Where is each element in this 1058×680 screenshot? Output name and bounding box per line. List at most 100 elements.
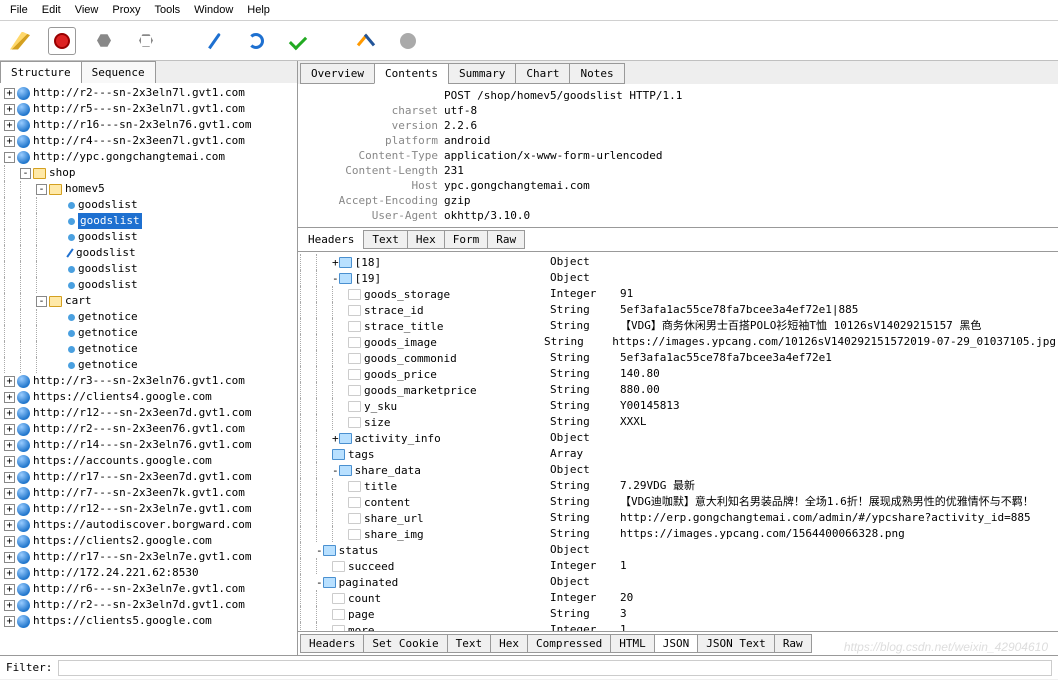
tree-item[interactable]: +https://accounts.google.com — [2, 453, 295, 469]
settings-button[interactable] — [394, 27, 422, 55]
tree-item[interactable]: +https://clients2.google.com — [2, 533, 295, 549]
record-button[interactable] — [48, 27, 76, 55]
tools-button[interactable] — [352, 27, 380, 55]
menu-window[interactable]: Window — [188, 2, 239, 18]
json-row[interactable]: succeedInteger1 — [300, 558, 1056, 574]
btab-raw[interactable]: Raw — [774, 634, 812, 653]
menu-edit[interactable]: Edit — [36, 2, 67, 18]
json-row[interactable]: goods_commonidString5ef3afa1ac55ce78fa7b… — [300, 350, 1056, 366]
tree-item[interactable]: goodslist — [2, 229, 295, 245]
json-row[interactable]: - paginatedObject — [300, 574, 1056, 590]
json-row[interactable]: y_skuStringY00145813 — [300, 398, 1056, 414]
btab-jsontext[interactable]: JSON Text — [697, 634, 775, 653]
json-row[interactable]: sizeStringXXXL — [300, 414, 1056, 430]
tree-item[interactable]: -cart — [2, 293, 295, 309]
json-row[interactable]: goods_priceString140.80 — [300, 366, 1056, 382]
tree-item[interactable]: goodslist — [2, 213, 295, 229]
json-row[interactable]: strace_titleString【VDG】商务休闲男士百搭POLO衫短袖T恤… — [300, 318, 1056, 334]
tree-item[interactable]: +http://r12---sn-2x3een7d.gvt1.com — [2, 405, 295, 421]
refresh-button[interactable] — [242, 27, 270, 55]
tree-item[interactable]: getnotice — [2, 325, 295, 341]
tree-item[interactable]: -shop — [2, 165, 295, 181]
tree-item[interactable]: goodslist — [2, 197, 295, 213]
menu-view[interactable]: View — [69, 2, 105, 18]
tree-item[interactable]: +http://r4---sn-2x3een7l.gvt1.com — [2, 133, 295, 149]
tree-item[interactable]: +http://r14---sn-2x3eln76.gvt1.com — [2, 437, 295, 453]
json-row[interactable]: tagsArray — [300, 446, 1056, 462]
btab-text[interactable]: Text — [447, 634, 492, 653]
menu-help[interactable]: Help — [241, 2, 276, 18]
tree-item[interactable]: +http://r3---sn-2x3eln76.gvt1.com — [2, 373, 295, 389]
throttle-button[interactable] — [90, 27, 118, 55]
btab-hex[interactable]: Hex — [490, 634, 528, 653]
tree-item[interactable]: getnotice — [2, 309, 295, 325]
json-row[interactable]: share_urlStringhttp://erp.gongchangtemai… — [300, 510, 1056, 526]
hex-filled-icon — [97, 34, 111, 48]
tab-summary[interactable]: Summary — [448, 63, 516, 84]
json-row[interactable]: countInteger20 — [300, 590, 1056, 606]
tree-item[interactable]: +http://r2---sn-2x3eln7d.gvt1.com — [2, 597, 295, 613]
subtab-raw[interactable]: Raw — [487, 230, 525, 249]
json-row[interactable]: - [19]Object — [300, 270, 1056, 286]
tab-structure[interactable]: Structure — [0, 61, 82, 83]
tree-item[interactable]: +http://r17---sn-2x3eln7e.gvt1.com — [2, 549, 295, 565]
btab-headers[interactable]: Headers — [300, 634, 364, 653]
tree-item[interactable]: +http://r2---sn-2x3een76.gvt1.com — [2, 421, 295, 437]
filter-input[interactable] — [58, 660, 1052, 676]
json-row[interactable]: goods_marketpriceString880.00 — [300, 382, 1056, 398]
tab-chart[interactable]: Chart — [515, 63, 570, 84]
right-panel: Overview Contents Summary Chart Notes PO… — [298, 61, 1058, 655]
tree-item[interactable]: -homev5 — [2, 181, 295, 197]
json-row[interactable]: goods_imageStringhttps://images.ypcang.c… — [300, 334, 1056, 350]
menu-file[interactable]: File — [4, 2, 34, 18]
tab-contents[interactable]: Contents — [374, 63, 449, 84]
json-row[interactable]: - statusObject — [300, 542, 1056, 558]
tree-item[interactable]: +https://clients5.google.com — [2, 613, 295, 629]
tree-item[interactable]: -http://ypc.gongchangtemai.com — [2, 149, 295, 165]
tree-item[interactable]: +http://r7---sn-2x3een7k.gvt1.com — [2, 485, 295, 501]
compose-button[interactable] — [200, 27, 228, 55]
json-row[interactable]: titleString7.29VDG 最新 — [300, 478, 1056, 494]
tree-item[interactable]: +http://172.24.221.62:8530 — [2, 565, 295, 581]
json-row[interactable]: moreInteger1 — [300, 622, 1056, 631]
subtab-form[interactable]: Form — [444, 230, 489, 249]
tab-notes[interactable]: Notes — [569, 63, 624, 84]
tree-item[interactable]: +https://clients4.google.com — [2, 389, 295, 405]
tree-item[interactable]: +http://r17---sn-2x3een7d.gvt1.com — [2, 469, 295, 485]
tab-sequence[interactable]: Sequence — [81, 61, 156, 83]
tree-item[interactable]: +http://r5---sn-2x3eln7l.gvt1.com — [2, 101, 295, 117]
tree-item[interactable]: goodslist — [2, 261, 295, 277]
json-row[interactable]: + activity_infoObject — [300, 430, 1056, 446]
tree-item[interactable]: +http://r6---sn-2x3eln7e.gvt1.com — [2, 581, 295, 597]
tree-item[interactable]: +http://r12---sn-2x3eln7e.gvt1.com — [2, 501, 295, 517]
btab-setcookie[interactable]: Set Cookie — [363, 634, 447, 653]
tab-overview[interactable]: Overview — [300, 63, 375, 84]
json-row[interactable]: - share_dataObject — [300, 462, 1056, 478]
json-row[interactable]: share_imgStringhttps://images.ypcang.com… — [300, 526, 1056, 542]
btab-json[interactable]: JSON — [654, 634, 699, 653]
breakpoints-button[interactable] — [132, 27, 160, 55]
btab-compressed[interactable]: Compressed — [527, 634, 611, 653]
clear-session-button[interactable] — [6, 27, 34, 55]
menu-proxy[interactable]: Proxy — [106, 2, 146, 18]
brush-icon — [10, 32, 30, 50]
subtab-text[interactable]: Text — [363, 230, 408, 249]
menu-tools[interactable]: Tools — [148, 2, 186, 18]
json-tree[interactable]: + [18]Object- [19]Object goods_storageIn… — [298, 252, 1058, 631]
host-tree[interactable]: +http://r2---sn-2x3eln7l.gvt1.com+http:/… — [0, 83, 297, 655]
json-row[interactable]: goods_storageInteger91 — [300, 286, 1056, 302]
tree-item[interactable]: +http://r2---sn-2x3eln7l.gvt1.com — [2, 85, 295, 101]
tree-item[interactable]: getnotice — [2, 341, 295, 357]
tree-item[interactable]: goodslist — [2, 245, 295, 261]
btab-html[interactable]: HTML — [610, 634, 655, 653]
subtab-hex[interactable]: Hex — [407, 230, 445, 249]
json-row[interactable]: contentString【VDG迪咖默】意大利知名男装品牌！全场1.6折！展现… — [300, 494, 1056, 510]
json-row[interactable]: pageString3 — [300, 606, 1056, 622]
tree-item[interactable]: getnotice — [2, 357, 295, 373]
tree-item[interactable]: +https://autodiscover.borgward.com — [2, 517, 295, 533]
json-row[interactable]: + [18]Object — [300, 254, 1056, 270]
tree-item[interactable]: goodslist — [2, 277, 295, 293]
validate-button[interactable] — [284, 27, 312, 55]
tree-item[interactable]: +http://r16---sn-2x3eln76.gvt1.com — [2, 117, 295, 133]
json-row[interactable]: strace_idString5ef3afa1ac55ce78fa7bcee3a… — [300, 302, 1056, 318]
